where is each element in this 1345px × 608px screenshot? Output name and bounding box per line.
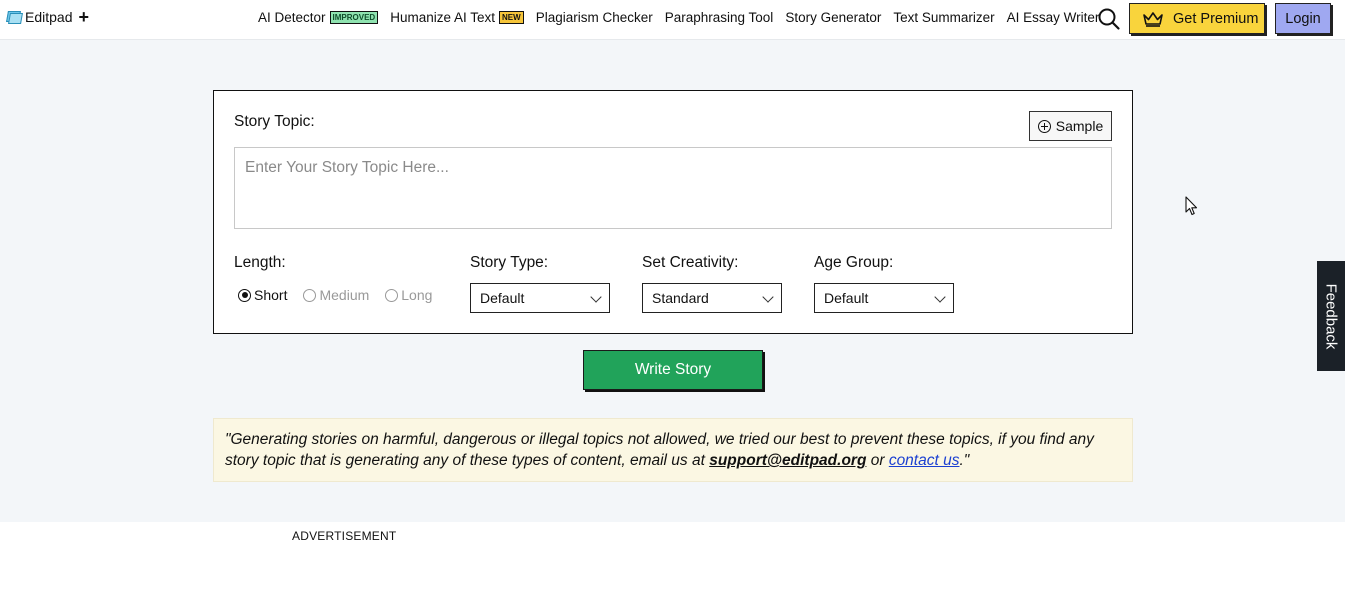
radio-label: Medium — [319, 287, 370, 303]
select-value: Standard — [652, 290, 709, 306]
logo-text: Editpad — [25, 9, 73, 25]
radio-dot — [238, 288, 251, 302]
nav-story-generator[interactable]: Story Generator — [785, 10, 881, 25]
age-group-label: Age Group: — [814, 254, 894, 271]
content-policy-notice: "Generating stories on harmful, dangerou… — [213, 418, 1133, 482]
top-header: Editpad + AI Detector IMPROVED Humanize … — [0, 0, 1345, 40]
nav-text-summarizer[interactable]: Text Summarizer — [893, 10, 994, 25]
select-value: Default — [824, 290, 869, 306]
feedback-label: Feedback — [1322, 283, 1340, 349]
login-button[interactable]: Login — [1275, 3, 1331, 34]
nav-humanize-ai-text[interactable]: Humanize AI Text NEW — [390, 10, 524, 25]
length-medium-radio[interactable]: Medium — [303, 287, 369, 303]
select-value: Default — [480, 290, 525, 306]
nav-ai-detector[interactable]: AI Detector IMPROVED — [258, 10, 379, 25]
improved-badge: IMPROVED — [329, 11, 379, 24]
radio-label: Short — [254, 287, 288, 303]
search-icon[interactable] — [1097, 7, 1121, 31]
logo-plus-icon: + — [78, 7, 89, 27]
notice-text: ." — [959, 452, 970, 469]
radio-label: Long — [401, 287, 433, 303]
advertisement-label: ADVERTISEMENT — [292, 529, 397, 543]
story-type-select[interactable]: Default — [470, 283, 610, 313]
support-email-link[interactable]: support@editpad.org — [709, 452, 866, 469]
main-nav: AI Detector IMPROVED Humanize AI Text NE… — [258, 10, 1111, 25]
length-label: Length: — [234, 254, 286, 271]
age-group-select[interactable]: Default — [814, 283, 954, 313]
contact-us-link[interactable]: contact us — [889, 452, 960, 469]
length-long-radio[interactable]: Long — [385, 287, 432, 303]
nav-plagiarism-checker[interactable]: Plagiarism Checker — [536, 10, 653, 25]
notice-text: or — [866, 452, 889, 469]
story-topic-label: Story Topic: — [234, 113, 315, 130]
logo-icon — [6, 10, 23, 24]
story-type-label: Story Type: — [470, 254, 549, 271]
chevron-down-icon — [934, 291, 946, 303]
sample-button[interactable]: Sample — [1029, 111, 1112, 141]
plus-circle-icon — [1037, 119, 1051, 133]
write-story-button[interactable]: Write Story — [583, 350, 763, 390]
story-topic-input[interactable] — [234, 147, 1112, 229]
chevron-down-icon — [590, 291, 602, 303]
creativity-select[interactable]: Standard — [642, 283, 782, 313]
nav-label: Humanize AI Text — [390, 10, 496, 25]
length-radio-group: Short Medium Long — [238, 287, 448, 303]
nav-label: AI Detector — [258, 10, 326, 25]
feedback-tab[interactable]: Feedback — [1317, 261, 1345, 371]
story-form-card: Story Topic: Sample Length: Short Medium… — [213, 90, 1133, 334]
sample-label: Sample — [1055, 118, 1104, 134]
creativity-label: Set Creativity: — [642, 254, 739, 271]
get-premium-button[interactable]: Get Premium — [1129, 3, 1265, 34]
mouse-cursor-icon — [1185, 196, 1198, 216]
radio-dot — [303, 288, 317, 302]
length-short-radio[interactable]: Short — [238, 287, 287, 303]
radio-dot — [385, 288, 399, 302]
crown-icon — [1143, 11, 1163, 27]
nav-paraphrasing-tool[interactable]: Paraphrasing Tool — [665, 10, 774, 25]
premium-label: Get Premium — [1173, 10, 1259, 27]
editpad-logo[interactable]: Editpad + — [6, 7, 89, 27]
nav-ai-essay-writer[interactable]: AI Essay Writer — [1007, 10, 1100, 25]
chevron-down-icon — [762, 291, 774, 303]
new-badge: NEW — [499, 11, 524, 24]
